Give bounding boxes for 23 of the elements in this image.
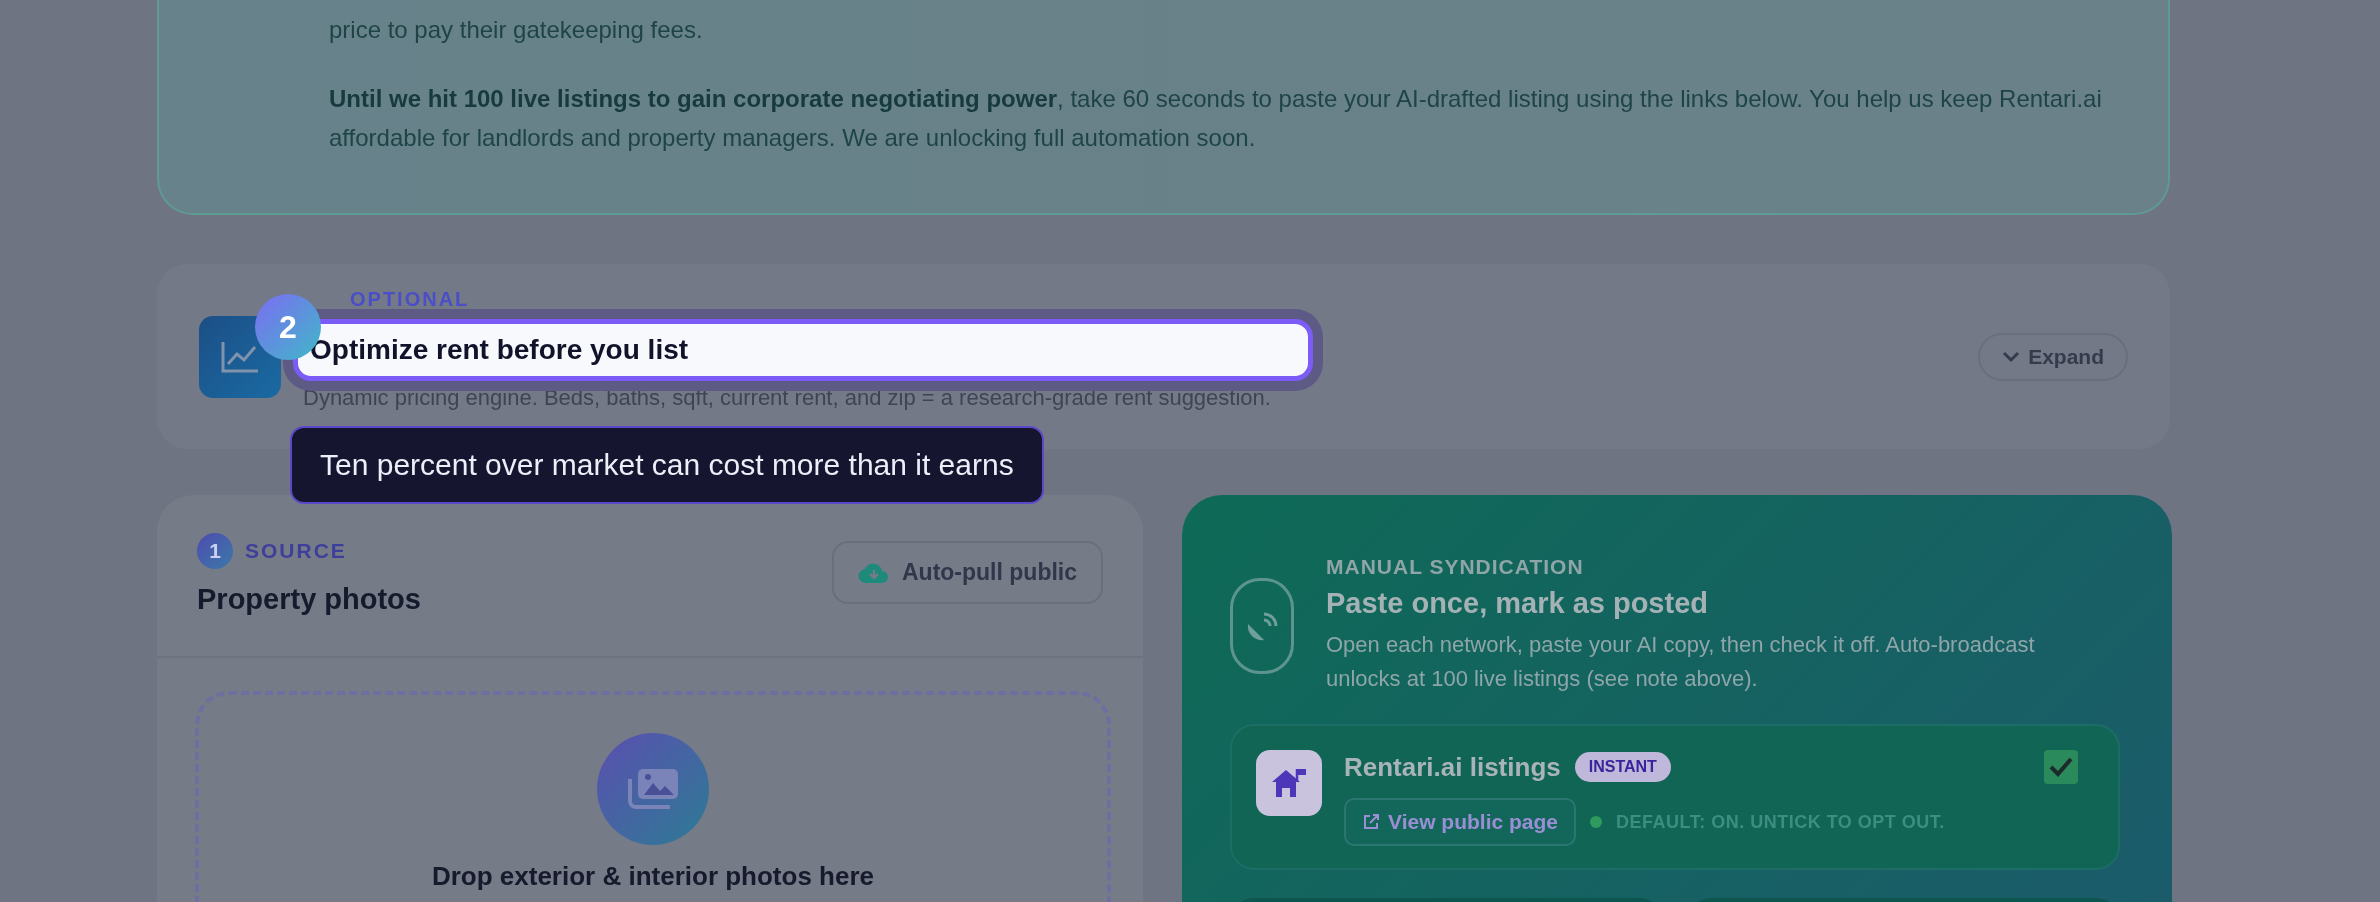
status-dot — [1590, 816, 1602, 828]
section-label: SOURCE — [245, 539, 347, 563]
network-name: Rentari.ai listings — [1344, 751, 1561, 783]
photo-dropzone[interactable]: Drop exterior & interior photos here — [195, 691, 1111, 902]
checkbox[interactable] — [2044, 750, 2078, 784]
tour-tooltip: Ten percent over market can cost more than it earns — [290, 426, 1044, 504]
chevron-icon — [2002, 350, 2021, 363]
view-page-link[interactable]: View public page — [1344, 798, 1576, 846]
section-label: MANUAL SYNDICATION — [1326, 555, 1585, 579]
satellite-dish-icon — [1230, 577, 1294, 674]
dropzone-text: Drop exterior & interior photos here — [431, 861, 875, 892]
auto-pull-button[interactable]: Auto-pull public — [832, 541, 1103, 604]
section-title: Property photos — [197, 583, 421, 616]
house-flag-icon — [1256, 750, 1322, 816]
intro-paragraph: price to pay their gatekeeping fees. — [329, 15, 704, 45]
section-label: OPTIONAL — [350, 288, 471, 311]
section-title: Paste once, mark as posted — [1326, 587, 1709, 620]
step-badge: 1 — [197, 533, 233, 569]
external-link-icon — [1362, 813, 1380, 831]
section-description: Open each network, paste your AI copy, then check it off. Auto-broadcast unlocks at 100 live listings (see note above). — [1326, 631, 2036, 693]
intro-paragraph: Until we hit 100 live listings to gain corporate negotiating power, take 60 seconds to paste your AI-drafted listing using the links below. You help us keep Rentari.ai affordable for landlords and property managers. We are unlocking full automation soon. — [329, 84, 2103, 153]
expand-button[interactable]: Expand — [1978, 332, 2128, 381]
network-badge: INSTANT — [1574, 752, 1671, 782]
